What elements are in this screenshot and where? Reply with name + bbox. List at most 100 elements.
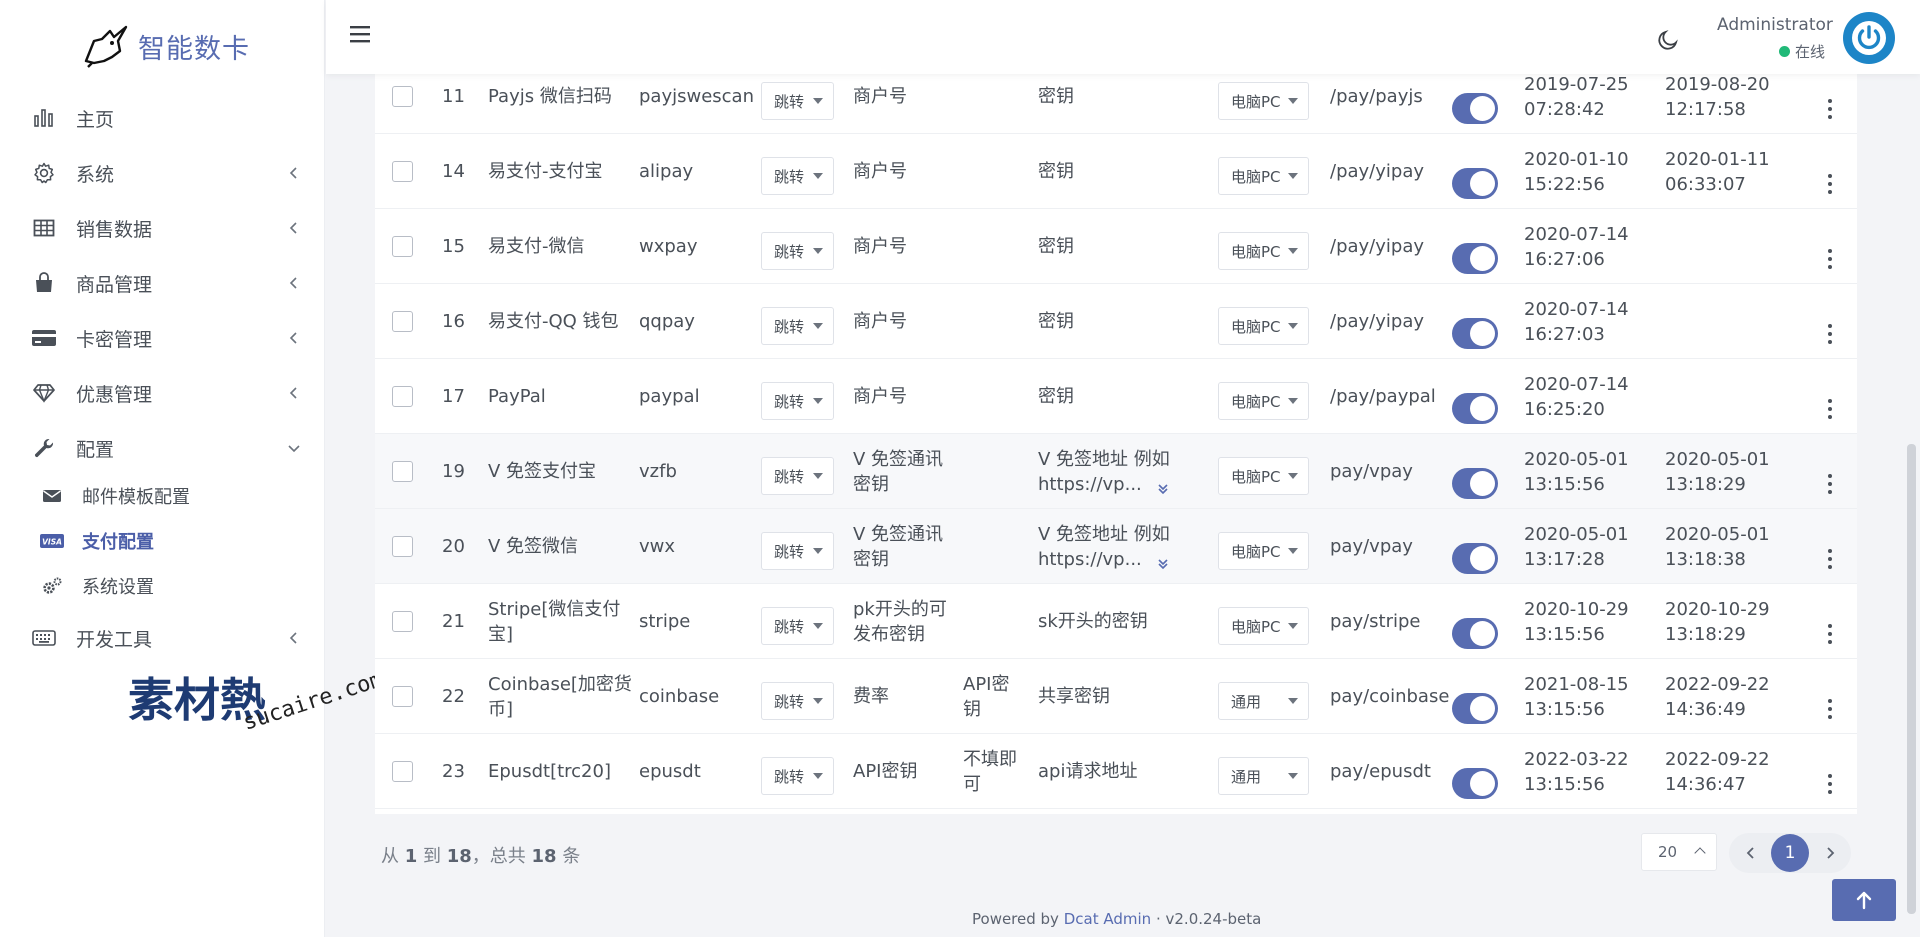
row-checkbox[interactable] [392, 611, 413, 632]
user-avatar[interactable] [1843, 12, 1895, 64]
row-checkbox[interactable] [392, 161, 413, 182]
cell-name: Epusdt[trc20] [488, 761, 611, 782]
row-checkbox[interactable] [392, 686, 413, 707]
row-actions-kebab-icon[interactable] [1825, 172, 1835, 196]
page-scrollbar[interactable] [1907, 444, 1916, 914]
sidebar-item-wrench[interactable]: 配置 [0, 428, 325, 468]
sidebar-subitem-label: 支付配置 [82, 532, 154, 553]
client-select[interactable]: 电脑PC [1218, 457, 1309, 495]
back-to-top-button[interactable] [1832, 879, 1896, 921]
sidebar-item-table[interactable]: 销售数据 [0, 208, 325, 248]
cell-code: vwx [639, 536, 676, 557]
row-actions-kebab-icon[interactable] [1825, 397, 1835, 421]
sidebar-subitem-2[interactable]: 系统设置 [0, 569, 325, 603]
method-select[interactable]: 跳转 [761, 532, 834, 570]
method-select-value: 跳转 [774, 692, 805, 711]
table-row: 21 Stripe[微信支付宝] stripe 跳转 pk开头的可发布密钥 sk开头的密钥… [375, 584, 1857, 659]
updated-at-wrap: 2019-08-20 12:17:58 [1665, 72, 1770, 122]
sidebar-subitem-0[interactable]: 邮件模板配置 [0, 479, 325, 513]
sidebar-subitem-1[interactable]: VISA 支付配置 [0, 524, 325, 558]
method-select[interactable]: 跳转 [761, 607, 834, 645]
method-select[interactable]: 跳转 [761, 382, 834, 420]
status-toggle[interactable] [1452, 93, 1498, 124]
cell-merchant: 商户号 [853, 161, 907, 182]
brand[interactable]: 智能数卡 [0, 0, 324, 92]
status-toggle[interactable] [1452, 468, 1498, 499]
client-select[interactable]: 电脑PC [1218, 157, 1309, 195]
client-select[interactable]: 电脑PC [1218, 607, 1309, 645]
sidebar-item-shopping-bag[interactable]: 商品管理 [0, 263, 325, 303]
sidebar-item-credit-card[interactable]: 卡密管理 [0, 318, 325, 358]
client-select[interactable]: 通用 [1218, 682, 1309, 720]
method-select-value: 跳转 [774, 167, 805, 186]
cell-route: /pay/yipay [1330, 236, 1424, 257]
sidebar-item-label: 卡密管理 [76, 328, 153, 351]
shopping-bag-icon [31, 270, 57, 296]
row-actions-kebab-icon[interactable] [1825, 97, 1835, 121]
user-name[interactable]: Administrator [1717, 15, 1833, 35]
method-select[interactable]: 跳转 [761, 82, 834, 120]
row-actions-kebab-icon[interactable] [1825, 622, 1835, 646]
status-toggle[interactable] [1452, 243, 1498, 274]
dcat-admin-link[interactable]: Dcat Admin [1064, 910, 1151, 928]
status-toggle[interactable] [1452, 393, 1498, 424]
row-actions-kebab-icon[interactable] [1825, 472, 1835, 496]
method-select[interactable]: 跳转 [761, 682, 834, 720]
expand-chevron-icon[interactable] [1156, 553, 1170, 569]
row-checkbox[interactable] [392, 386, 413, 407]
client-select[interactable]: 电脑PC [1218, 532, 1309, 570]
row-actions-kebab-icon[interactable] [1825, 772, 1835, 796]
row-checkbox[interactable] [392, 236, 413, 257]
dark-mode-icon[interactable] [1656, 28, 1680, 52]
cell-route: pay/epusdt [1330, 761, 1431, 782]
caret-down-icon [813, 173, 823, 179]
created-at-wrap: 2022-03-22 13:15:56 [1524, 747, 1629, 797]
row-checkbox[interactable] [392, 461, 413, 482]
next-page-icon[interactable] [1823, 845, 1837, 861]
sidebar-item-bar-chart[interactable]: 主页 [0, 98, 325, 138]
row-checkbox[interactable] [392, 761, 413, 782]
row-checkbox[interactable] [392, 86, 413, 107]
expand-chevron-icon[interactable] [1156, 478, 1170, 494]
created-at-wrap: 2020-07-14 16:27:03 [1524, 297, 1629, 347]
prev-page-icon[interactable] [1744, 845, 1758, 861]
row-actions-kebab-icon[interactable] [1825, 247, 1835, 271]
method-select[interactable]: 跳转 [761, 757, 834, 795]
status-toggle[interactable] [1452, 168, 1498, 199]
method-select[interactable]: 跳转 [761, 232, 834, 270]
summary-to-word: 到 [423, 846, 441, 867]
sidebar-item-gear[interactable]: 系统 [0, 153, 325, 193]
client-select[interactable]: 通用 [1218, 757, 1309, 795]
chevron-up-icon [1694, 847, 1706, 859]
secret-text-wrap: V 免签地址 例如 https://vp... [1038, 522, 1208, 572]
sidebar-item-diamond[interactable]: 优惠管理 [0, 373, 325, 413]
method-select[interactable]: 跳转 [761, 307, 834, 345]
pagination: 1 [1729, 833, 1851, 873]
client-select-value: 电脑PC [1231, 392, 1281, 411]
status-toggle[interactable] [1452, 543, 1498, 574]
chevron-left-icon [286, 385, 302, 401]
page-number-current[interactable]: 1 [1771, 834, 1809, 872]
menu-toggle-icon[interactable] [350, 24, 372, 44]
method-select[interactable]: 跳转 [761, 457, 834, 495]
row-checkbox[interactable] [392, 536, 413, 557]
status-toggle[interactable] [1452, 693, 1498, 724]
sidebar-item-keyboard[interactable]: 开发工具 [0, 618, 325, 658]
cell-route: /pay/yipay [1330, 161, 1424, 182]
status-toggle[interactable] [1452, 768, 1498, 799]
per-page-select[interactable]: 20 [1641, 833, 1717, 871]
method-select[interactable]: 跳转 [761, 157, 834, 195]
row-actions-kebab-icon[interactable] [1825, 322, 1835, 346]
cell-updated-at: 2020-05-01 13:18:38 [1665, 509, 1795, 584]
client-select[interactable]: 电脑PC [1218, 382, 1309, 420]
row-actions-kebab-icon[interactable] [1825, 697, 1835, 721]
cell-secret: 密钥 [1038, 161, 1074, 182]
status-toggle[interactable] [1452, 318, 1498, 349]
client-select[interactable]: 电脑PC [1218, 307, 1309, 345]
status-toggle[interactable] [1452, 618, 1498, 649]
row-actions-kebab-icon[interactable] [1825, 547, 1835, 571]
row-checkbox[interactable] [392, 311, 413, 332]
client-select[interactable]: 电脑PC [1218, 232, 1309, 270]
power-icon [1852, 21, 1886, 55]
client-select[interactable]: 电脑PC [1218, 82, 1309, 120]
